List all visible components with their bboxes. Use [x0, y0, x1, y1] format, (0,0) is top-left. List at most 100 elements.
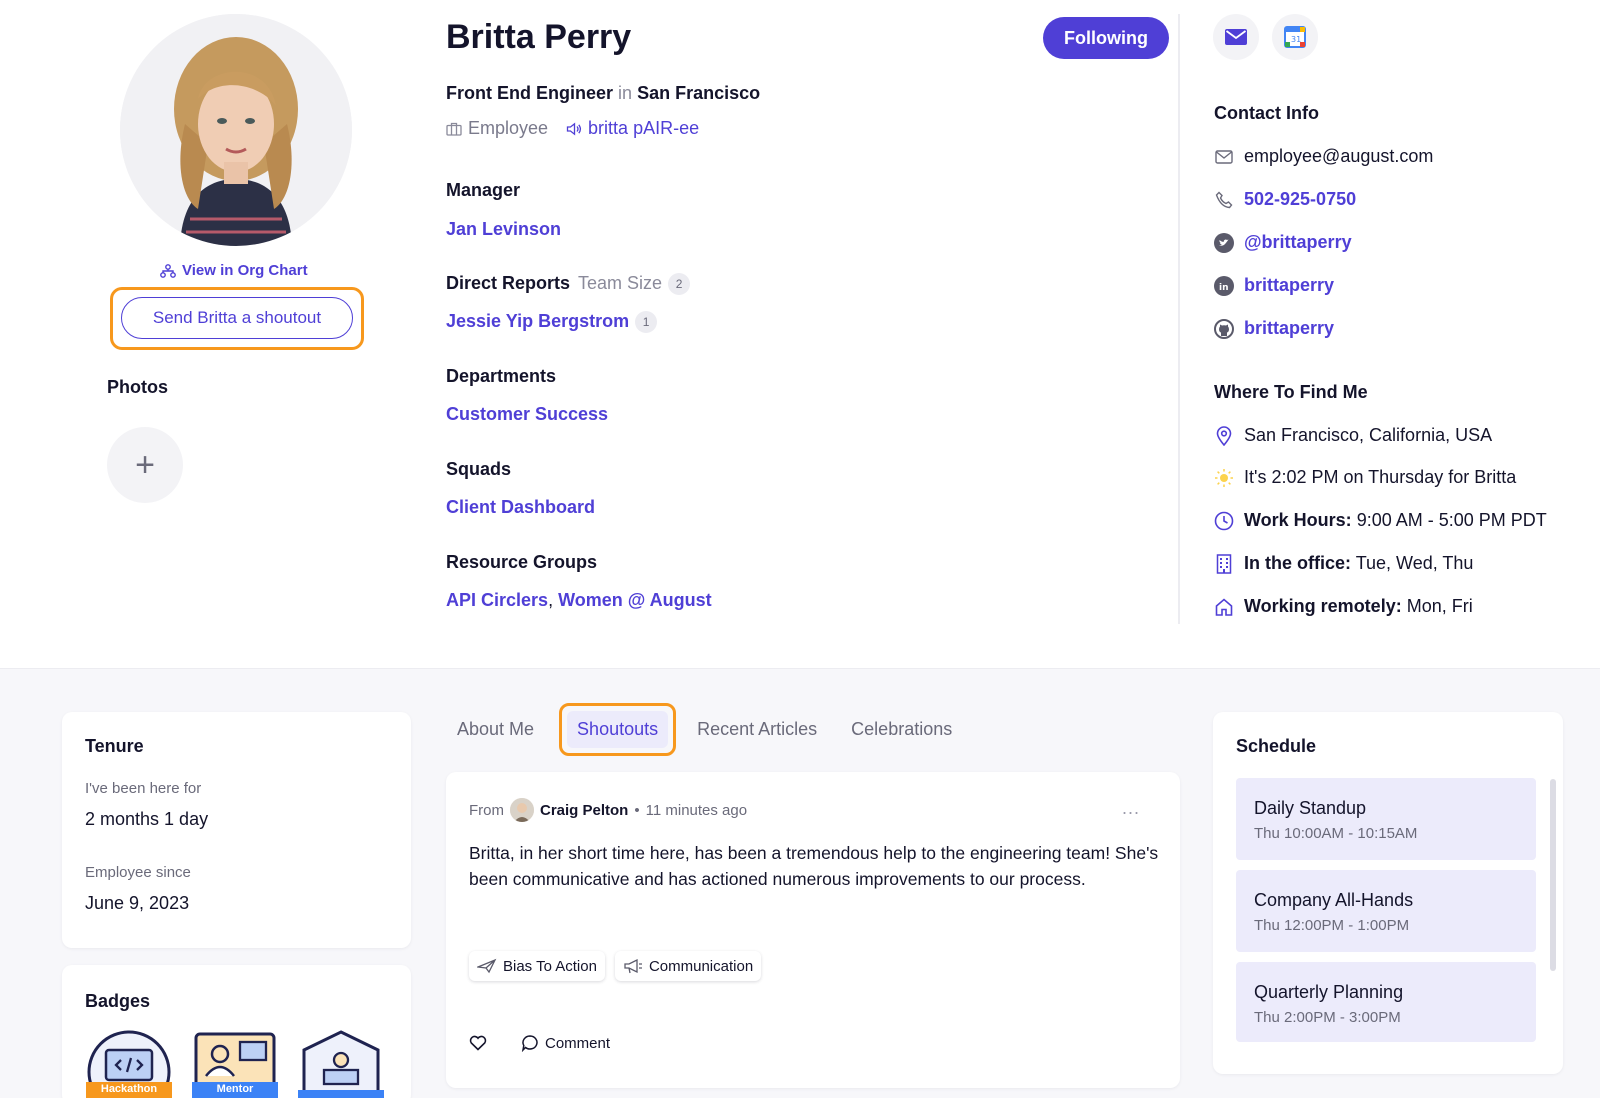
department-link[interactable]: Customer Success	[446, 404, 608, 425]
pronunciation-label[interactable]: britta pAIR-ee	[588, 118, 699, 139]
where-to-find-me-title: Where To Find Me	[1214, 382, 1368, 402]
schedule-item[interactable]: Daily Standup Thu 10:00AM - 10:15AM	[1236, 778, 1536, 860]
post-more-menu[interactable]: ...	[1122, 798, 1140, 819]
from-label: From	[469, 801, 504, 819]
value-tags: Bias To Action Communication	[469, 951, 762, 981]
contact-info-title: Contact Info	[1214, 103, 1319, 123]
schedule-item-time: Thu 12:00PM - 1:00PM	[1254, 917, 1410, 934]
svg-text:31: 31	[1291, 35, 1301, 44]
employment-type: Employee	[446, 118, 548, 139]
resource-groups-label: Resource Groups	[446, 552, 598, 572]
schedule-scrollbar[interactable]	[1550, 779, 1556, 971]
manager-link[interactable]: Jan Levinson	[446, 219, 561, 240]
contact-email-row[interactable]: employee@august.com	[1214, 146, 1433, 167]
value-tag-label: Bias To Action	[503, 957, 597, 975]
resource-group-link-1[interactable]: API Circlers	[446, 590, 548, 610]
value-tag-bias-to-action[interactable]: Bias To Action	[469, 951, 605, 981]
author-avatar[interactable]	[510, 798, 534, 822]
clock-icon	[1214, 511, 1234, 531]
svg-text:in: in	[1219, 283, 1229, 293]
schedule-item-title: Company All-Hands	[1254, 890, 1414, 910]
tab-recent-articles[interactable]: Recent Articles	[686, 709, 828, 750]
briefcase-icon	[446, 122, 462, 136]
google-calendar-icon: 31	[1284, 26, 1306, 48]
profile-header: View in Org Chart Send Britta a shoutout…	[0, 0, 1600, 668]
profile-tabs: About Me Shoutouts Recent Articles Celeb…	[446, 700, 975, 758]
github-icon	[1214, 318, 1234, 339]
job-title: Front End Engineer	[446, 83, 614, 103]
meta-line: Employee britta pAIR-ee	[446, 118, 699, 139]
location-text: San Francisco, California, USA	[1244, 425, 1493, 445]
calendar-button[interactable]: 31	[1272, 14, 1318, 60]
profile-photo	[120, 14, 352, 246]
contact-linkedin[interactable]: brittaperry	[1244, 275, 1334, 296]
send-shoutout-button[interactable]: Send Britta a shoutout	[121, 297, 353, 339]
contact-twitter[interactable]: @brittaperry	[1244, 232, 1352, 253]
name-pronunciation[interactable]: britta pAIR-ee	[566, 118, 699, 139]
mentor-badge[interactable]: Mentor	[192, 1030, 278, 1098]
direct-reports-label: Direct Reports Team Size 2	[446, 273, 691, 296]
resource-group-link-2[interactable]: Women @ August	[558, 590, 712, 610]
post-author[interactable]: Craig Pelton	[540, 802, 628, 819]
contact-linkedin-row[interactable]: in brittaperry	[1214, 275, 1334, 296]
speaker-badge[interactable]	[298, 1030, 384, 1098]
home-icon	[1214, 597, 1234, 617]
like-button[interactable]	[469, 1035, 487, 1051]
office-label: In the office:	[1244, 553, 1351, 573]
email-button[interactable]	[1213, 14, 1259, 60]
vertical-divider	[1178, 14, 1180, 624]
photos-title: Photos	[107, 377, 168, 397]
mail-icon	[1225, 29, 1247, 45]
schedule-item[interactable]: Quarterly Planning Thu 2:00PM - 3:00PM	[1236, 962, 1536, 1042]
here-for-label: I've been here for	[85, 780, 202, 797]
phone-icon	[1214, 190, 1234, 210]
resource-groups-row: API Circlers, Women @ August	[446, 590, 712, 611]
post-body: Britta, in her short time here, has been…	[469, 843, 1159, 889]
manager-label: Manager	[446, 180, 521, 200]
squad-link[interactable]: Client Dashboard	[446, 497, 595, 518]
twitter-icon	[1214, 232, 1234, 253]
job-title-line: Front End Engineer in San Francisco	[446, 83, 760, 104]
job-location: San Francisco	[637, 83, 761, 103]
schedule-item-title: Quarterly Planning	[1254, 982, 1404, 1002]
employee-since-label: Employee since	[85, 864, 191, 881]
schedule-item-time: Thu 10:00AM - 10:15AM	[1254, 825, 1418, 842]
contact-email[interactable]: employee@august.com	[1244, 146, 1433, 167]
contact-github-row[interactable]: brittaperry	[1214, 318, 1334, 339]
shoutout-post: From Craig Pelton • 11 minutes ago ... B…	[446, 772, 1180, 1088]
work-hours-value: 9:00 AM - 5:00 PM PDT	[1356, 510, 1547, 530]
tab-shoutouts-label[interactable]: Shoutouts	[567, 710, 669, 748]
comment-button[interactable]: Comment	[521, 1034, 610, 1052]
schedule-title: Schedule	[1236, 736, 1317, 756]
value-tag-label: Communication	[648, 957, 754, 975]
contact-twitter-row[interactable]: @brittaperry	[1214, 232, 1352, 253]
view-org-chart-link[interactable]: View in Org Chart	[160, 262, 308, 279]
direct-report-link[interactable]: Jessie Yip Bergstrom	[446, 311, 629, 331]
org-chart-label[interactable]: View in Org Chart	[182, 262, 308, 279]
hackathon-badge[interactable]: Hackathon	[86, 1030, 172, 1098]
remote-label: Working remotely:	[1244, 596, 1402, 616]
departments-label: Departments	[446, 366, 557, 386]
tab-shoutouts[interactable]: Shoutouts	[559, 702, 677, 756]
local-time-text: It's 2:02 PM on Thursday for Britta	[1244, 467, 1517, 487]
post-time: 11 minutes ago	[645, 801, 748, 819]
heart-icon	[469, 1035, 487, 1051]
contact-phone[interactable]: 502-925-0750	[1244, 189, 1356, 210]
schedule-item[interactable]: Company All-Hands Thu 12:00PM - 1:00PM	[1236, 870, 1536, 952]
following-button[interactable]: Following	[1043, 17, 1169, 59]
comment-label[interactable]: Comment	[545, 1035, 610, 1052]
envelope-icon	[1214, 147, 1234, 167]
map-pin-icon	[1214, 425, 1234, 446]
contact-github[interactable]: brittaperry	[1244, 318, 1334, 339]
add-photo-button[interactable]: +	[107, 427, 183, 503]
here-for-value: 2 months 1 day	[85, 809, 209, 829]
tab-celebrations[interactable]: Celebrations	[840, 709, 963, 750]
plus-icon: +	[135, 445, 155, 484]
work-hours-label: Work Hours:	[1244, 510, 1352, 530]
shoutout-highlight: Send Britta a shoutout	[110, 287, 364, 350]
contact-phone-row[interactable]: 502-925-0750	[1214, 189, 1356, 210]
tab-about-me[interactable]: About Me	[446, 709, 545, 750]
direct-report-count: 1	[635, 311, 658, 334]
value-tag-communication[interactable]: Communication	[614, 951, 762, 981]
sun-icon	[1214, 468, 1234, 488]
